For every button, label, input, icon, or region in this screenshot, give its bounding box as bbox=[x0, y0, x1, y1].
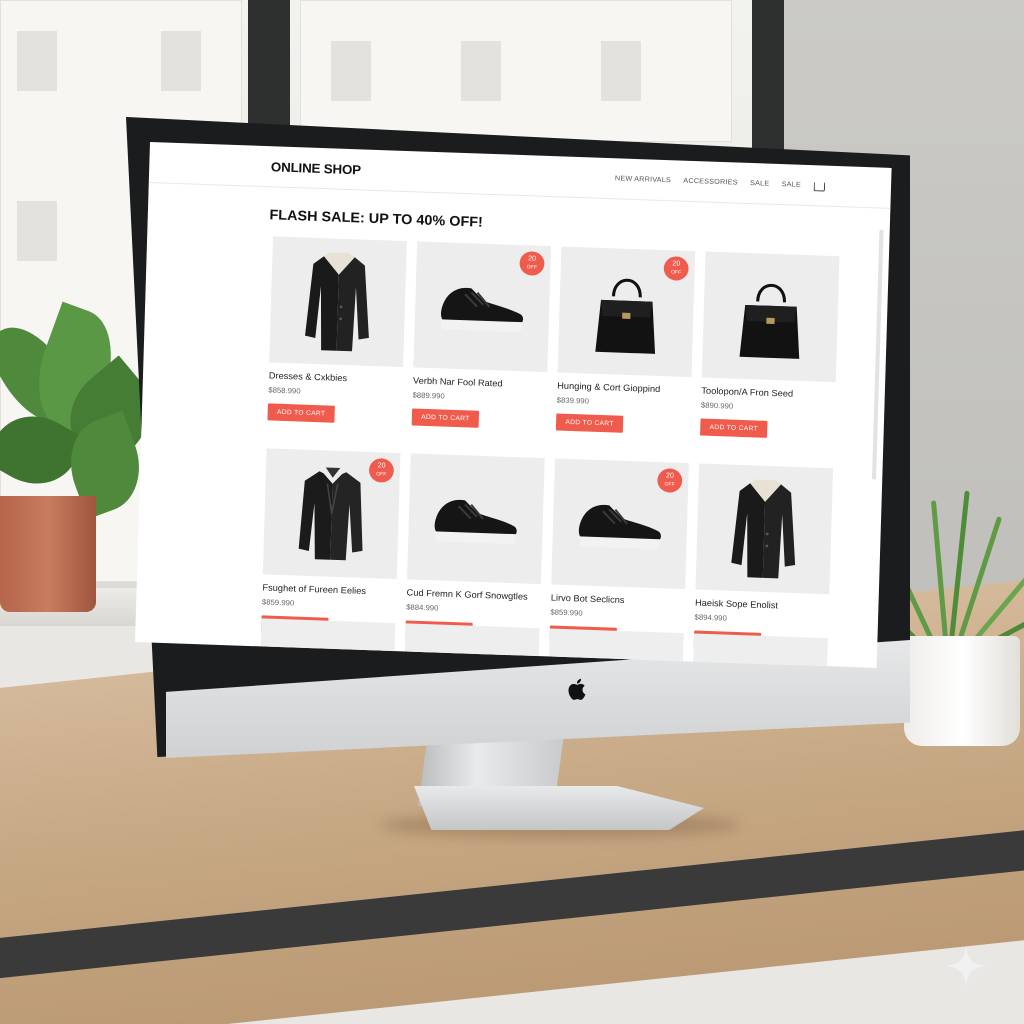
sale-headline: FLASH SALE: UP TO 40% OFF! bbox=[269, 206, 484, 230]
sneaker-image bbox=[441, 287, 524, 333]
product-image[interactable] bbox=[407, 453, 545, 585]
product-price: $889.990 bbox=[412, 390, 445, 401]
page-scrollbar[interactable] bbox=[871, 229, 884, 480]
product-price: $884.990 bbox=[406, 602, 439, 613]
nav-sale[interactable]: SALE bbox=[750, 180, 769, 188]
discount-badge-value: 20 bbox=[527, 255, 537, 263]
product-name[interactable]: Hunging & Cort Gioppind bbox=[557, 380, 691, 395]
discount-badge-value: 20 bbox=[665, 472, 675, 480]
nav-accessories[interactable]: ACCESSORIES bbox=[683, 178, 738, 187]
monitor: ONLINE SHOP NEW ARRIVALS ACCESSORIES SAL… bbox=[0, 0, 1024, 1024]
product-price: $859.990 bbox=[261, 597, 295, 608]
shop-page: ONLINE SHOP NEW ARRIVALS ACCESSORIES SAL… bbox=[135, 142, 892, 668]
product-image[interactable] bbox=[695, 463, 834, 595]
product-price: $894.990 bbox=[694, 612, 727, 623]
product-card[interactable]: Dresses & Cxkbies $858.990 ADD TO CART bbox=[267, 236, 407, 425]
coat-image bbox=[731, 479, 796, 579]
product-grid: Dresses & Cxkbies $858.990 ADD TO CART 20 OF… bbox=[261, 236, 840, 651]
product-name[interactable]: Verbh Nar Fool Rated bbox=[413, 375, 547, 390]
discount-badge-value: 20 bbox=[672, 260, 681, 268]
discount-badge: 20 OFF bbox=[657, 468, 683, 493]
handbag-image bbox=[595, 278, 656, 354]
product-name[interactable]: Toolopon/A Fron Seed bbox=[701, 386, 835, 401]
nav-new-arrivals[interactable]: NEW ARRIVALS bbox=[615, 175, 671, 184]
discount-badge: 20 OFF bbox=[663, 256, 689, 281]
discount-badge-label: OFF bbox=[526, 264, 538, 271]
product-name[interactable]: Fsughet of Fureen Eelies bbox=[262, 582, 396, 597]
product-name[interactable]: Haeisk Sope Enolist bbox=[695, 598, 829, 613]
product-image[interactable]: 20 OFF bbox=[262, 448, 401, 580]
add-to-cart-button[interactable]: ADD TO CART bbox=[700, 418, 768, 438]
discount-badge-label: OFF bbox=[376, 471, 387, 478]
product-card[interactable]: Cud Fremn K Gorf Snowgtles$884.990ADD TO… bbox=[405, 453, 545, 642]
add-to-cart-button[interactable]: ADD TO CART bbox=[267, 403, 335, 423]
blazer-image bbox=[298, 467, 363, 561]
monitor-stand-base bbox=[414, 786, 704, 830]
add-to-cart-button[interactable]: ADD TO CART bbox=[555, 413, 624, 433]
product-image[interactable]: 20 OFF bbox=[551, 458, 689, 590]
product-card[interactable]: 20OFFLirvo Bot Seclicns$859.990ADD TO CA… bbox=[549, 458, 689, 647]
product-card[interactable]: 20 OFF Verbh Nar Fool Rated $889.990 ADD TO … bbox=[411, 241, 552, 430]
discount-badge: 20 OFF bbox=[519, 251, 545, 276]
product-price: $890.990 bbox=[700, 400, 734, 411]
discount-badge-label: OFF bbox=[670, 269, 682, 276]
product-price: $839.990 bbox=[556, 395, 590, 406]
product-price: $858.990 bbox=[268, 385, 301, 396]
coat-image bbox=[305, 252, 369, 352]
product-card[interactable]: Toolopon/A Fron Seed $890.990 ADD TO CART bbox=[700, 251, 840, 441]
product-name[interactable]: Cud Fremn K Gorf Snowgtles bbox=[406, 587, 540, 602]
product-image[interactable]: 20 OFF bbox=[557, 246, 696, 378]
discount-badge: 20 OFF bbox=[368, 457, 395, 483]
nav-sale-2[interactable]: SALE bbox=[782, 181, 801, 189]
handbag-image bbox=[739, 283, 800, 359]
product-name[interactable]: Dresses & Cxkbies bbox=[269, 370, 403, 385]
product-card[interactable]: Haeisk Sope Enolist$894.990ADD TO CART bbox=[693, 463, 834, 653]
product-price: $859.990 bbox=[550, 607, 583, 618]
brand-logo[interactable]: ONLINE SHOP bbox=[271, 159, 361, 177]
apple-logo-icon bbox=[566, 676, 590, 704]
product-image[interactable] bbox=[269, 236, 407, 368]
sneaker-image bbox=[434, 499, 517, 545]
product-name[interactable]: Lirvo Bot Seclicns bbox=[551, 592, 685, 607]
sneaker-image bbox=[578, 504, 661, 550]
main-nav: NEW ARRIVALS ACCESSORIES SALE SALE bbox=[615, 174, 825, 192]
sparkle-icon bbox=[946, 946, 986, 986]
cart-icon[interactable] bbox=[813, 182, 825, 192]
monitor-screen: ONLINE SHOP NEW ARRIVALS ACCESSORIES SAL… bbox=[135, 142, 892, 668]
add-to-cart-button[interactable]: ADD TO CART bbox=[411, 408, 480, 428]
discount-badge-label: OFF bbox=[664, 481, 675, 488]
product-image[interactable] bbox=[701, 251, 840, 383]
discount-badge-value: 20 bbox=[377, 462, 386, 470]
product-card[interactable]: 20 OFF Hunging & Cort Gioppind $839.990 ADD … bbox=[555, 246, 696, 435]
product-card[interactable]: 20OFFFsughet of Fureen Eelies$859.990ADD… bbox=[261, 448, 401, 637]
product-image[interactable]: 20 OFF bbox=[413, 241, 552, 373]
